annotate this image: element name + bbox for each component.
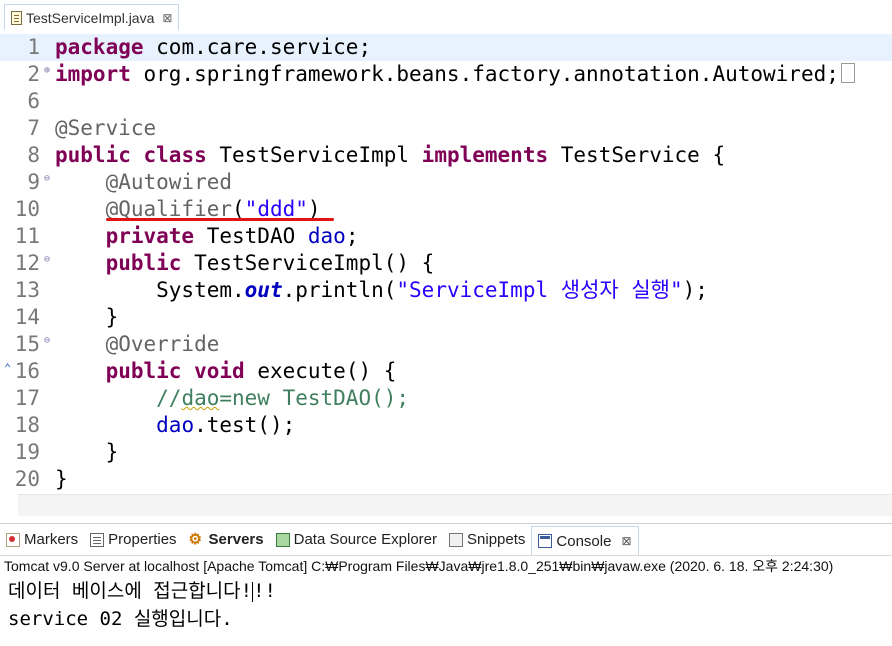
tab-label: Console	[556, 532, 612, 550]
tab-label: Snippets	[467, 531, 526, 548]
console-line-2: service 02 실행입니다.	[8, 608, 233, 630]
code-text: private TestDAO dao;	[105, 224, 359, 248]
collapse-fold-icon[interactable]: ⊖	[44, 331, 50, 351]
line-number: 16	[14, 359, 40, 383]
console-icon	[538, 534, 553, 548]
servers-icon: ⚙	[188, 530, 202, 548]
tab-data-source-explorer[interactable]: Data Source Explorer	[270, 525, 443, 555]
editor-tab-label: TestServiceImpl.java	[26, 9, 155, 26]
line-number: 6	[27, 89, 40, 113]
line-number: 7	[27, 116, 40, 140]
tab-label: Servers	[208, 531, 264, 548]
code-line-8[interactable]: 8 public class TestServiceImpl implements…	[0, 142, 892, 169]
code-text: //dao=new TestDAO();	[55, 386, 410, 410]
java-file-icon	[11, 10, 22, 25]
console-line-1-tail: !!	[253, 580, 276, 602]
code-line-13[interactable]: 13 System.out.println("ServiceImpl 생성자 실…	[0, 277, 892, 304]
markers-icon	[6, 532, 20, 547]
line-number: 20	[14, 467, 40, 491]
line-number: 14	[14, 305, 40, 329]
code-line-7[interactable]: 7 @Service	[0, 115, 892, 142]
editor-tab-bar: TestServiceImpl.java ⊠	[0, 0, 892, 32]
code-line-20[interactable]: 20}	[0, 466, 892, 493]
bottom-panel-tab-bar: Markers Properties ⚙ Servers Data Source Exp…	[0, 523, 892, 556]
qualifier-red-underline	[106, 218, 334, 221]
close-icon[interactable]: ⊠	[162, 11, 172, 25]
snippets-icon	[449, 532, 464, 547]
line-number: 12	[14, 251, 40, 275]
tab-snippets[interactable]: Snippets	[443, 525, 531, 555]
tab-properties[interactable]: Properties	[84, 525, 182, 555]
line-number: 17	[14, 386, 40, 410]
code-line-17[interactable]: 17 //dao=new TestDAO();	[0, 385, 892, 412]
code-line-14[interactable]: 14 }	[0, 304, 892, 331]
line-number: 13	[14, 278, 40, 302]
tab-label: Properties	[108, 531, 177, 548]
line-number: 2	[27, 62, 40, 86]
editor-tab-testserviceimpl[interactable]: TestServiceImpl.java ⊠	[4, 4, 180, 30]
editor-horizontal-scrollbar[interactable]	[18, 494, 892, 516]
console-output[interactable]: 데이터 베이스에 접근합니다!!! service 02 실행입니다.	[0, 577, 892, 646]
code-line-2[interactable]: 2 ⊕ import org.springframework.beans.facto…	[0, 61, 892, 88]
code-text: @Override	[105, 332, 220, 356]
code-line-19[interactable]: 19 }	[0, 439, 892, 466]
console-line-1-text: 데이터 베이스에 접근합니다!	[8, 580, 253, 602]
close-icon[interactable]: ⊠	[621, 534, 631, 548]
line-number: 18	[14, 413, 40, 437]
code-line-6[interactable]: 6	[0, 88, 892, 115]
code-text: @Service	[55, 116, 157, 140]
console-line-1: 데이터 베이스에 접근합니다!!!	[8, 577, 892, 605]
code-line-1[interactable]: 1 package com.care.service;	[0, 34, 892, 61]
code-text: @Autowired	[105, 170, 233, 194]
line-number: 10	[14, 197, 40, 221]
line-number: 1	[27, 35, 40, 59]
line-number: 9	[27, 170, 40, 194]
code-text: public class TestServiceImpl implements …	[55, 143, 726, 167]
code-text: package com.care.service;	[55, 35, 372, 59]
code-line-9[interactable]: 9 ⊖ @Autowired	[0, 169, 892, 196]
code-line-15[interactable]: 15 ⊖ @Override	[0, 331, 892, 358]
code-text: public void execute() {	[105, 359, 397, 383]
code-text: }	[55, 440, 119, 464]
tab-console[interactable]: Console ⊠	[531, 525, 639, 556]
tab-markers[interactable]: Markers	[0, 525, 84, 555]
expand-fold-icon[interactable]: ⊕	[44, 61, 50, 81]
line-number: 8	[27, 143, 40, 167]
line-number: 11	[14, 224, 40, 248]
console-process-header: Tomcat v9.0 Server at localhost [Apache …	[0, 555, 892, 577]
code-text: System.out.println("ServiceImpl 생성자 실행")…	[55, 278, 708, 302]
code-text: }	[55, 467, 68, 491]
collapsed-imports-box[interactable]	[840, 63, 855, 83]
collapse-fold-icon[interactable]: ⊖	[44, 169, 50, 189]
code-text: dao.test();	[156, 413, 296, 437]
collapse-fold-icon[interactable]: ⊖	[44, 250, 50, 270]
code-text: }	[55, 305, 119, 329]
code-line-18[interactable]: 18 dao.test();	[0, 412, 892, 439]
code-line-16[interactable]: ⌃ 16 public void execute() {	[0, 358, 892, 385]
code-text: public TestServiceImpl() {	[105, 251, 435, 275]
code-editor[interactable]: 1 package com.care.service; 2 ⊕ import org.s…	[0, 32, 892, 494]
properties-icon	[90, 532, 105, 547]
line-number: 15	[14, 332, 40, 356]
tab-label: Data Source Explorer	[293, 531, 438, 548]
tab-label: Markers	[24, 531, 79, 548]
line-number: 19	[14, 440, 40, 464]
code-text: import org.springframework.beans.factory…	[55, 61, 855, 88]
code-line-11[interactable]: 11 private TestDAO dao;	[0, 223, 892, 250]
code-line-12[interactable]: 12 ⊖ public TestServiceImpl() {	[0, 250, 892, 277]
tab-servers[interactable]: ⚙ Servers	[183, 525, 270, 555]
data-source-explorer-icon	[275, 532, 290, 547]
